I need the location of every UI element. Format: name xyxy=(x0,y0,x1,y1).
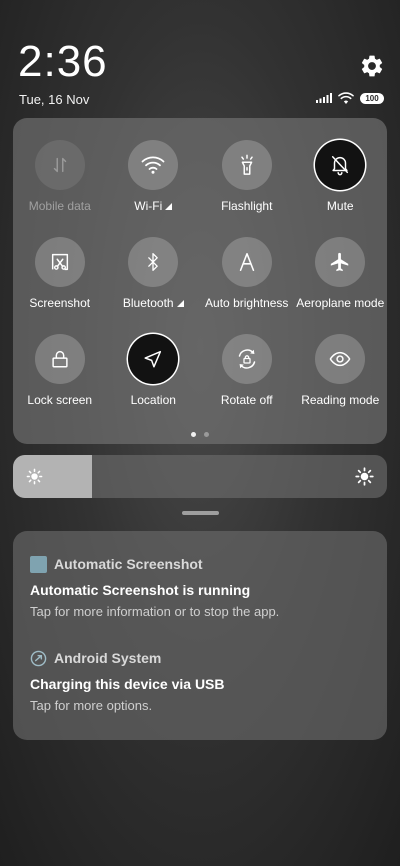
tile-location[interactable]: Location xyxy=(107,334,201,407)
notification-body: Tap for more information or to stop the … xyxy=(30,604,280,619)
app-square-icon xyxy=(30,555,47,573)
cellular-signal-icon xyxy=(316,93,332,103)
signal-strength-icon xyxy=(176,299,184,307)
notification-card[interactable]: Automatic Screenshot Automatic Screensho… xyxy=(13,531,387,740)
clock[interactable]: 2:36 xyxy=(18,38,108,86)
brightness-slider[interactable] xyxy=(13,455,387,498)
tile-label: Location xyxy=(130,393,176,407)
notification-app-name: Android System xyxy=(54,650,162,666)
tile-rotate-off[interactable]: Rotate off xyxy=(200,334,294,407)
tile-bluetooth-circle[interactable] xyxy=(128,237,179,287)
bluetooth-icon xyxy=(148,253,159,271)
mobile-data-icon xyxy=(53,157,66,173)
date[interactable]: Tue, 16 Nov xyxy=(19,92,89,107)
tile-label: Mute xyxy=(326,199,354,213)
tile-auto-brightness[interactable]: Auto brightness xyxy=(200,237,294,310)
auto-brightness-icon xyxy=(239,252,254,272)
wifi-status-icon xyxy=(338,92,354,104)
tile-label: Lock screen xyxy=(27,393,93,407)
tile-wifi[interactable]: Wi-Fi xyxy=(107,140,201,213)
tile-location-circle[interactable] xyxy=(128,334,179,384)
quick-settings-panel: Mobile data Wi-Fi Flashlight Mute Screen… xyxy=(13,118,387,444)
tile-aeroplane-mode[interactable]: Aeroplane mode xyxy=(294,237,388,310)
quick-settings-grid: Mobile data Wi-Fi Flashlight Mute Screen… xyxy=(13,140,387,407)
tile-label: Aeroplane mode xyxy=(296,296,385,310)
tile-label: Flashlight xyxy=(221,199,273,213)
status-area: 2:36 Tue, 16 Nov 100 xyxy=(0,0,400,110)
brightness-high-icon xyxy=(355,467,374,486)
notification-header: Android System xyxy=(30,649,370,667)
settings-button[interactable] xyxy=(359,53,385,79)
status-icons: 100 xyxy=(316,91,384,105)
tile-label: Rotate off xyxy=(220,393,273,407)
notification-header: Automatic Screenshot xyxy=(30,555,370,573)
tile-reading-mode-circle[interactable] xyxy=(315,334,366,384)
tile-flashlight-circle[interactable] xyxy=(221,140,272,190)
airplane-icon xyxy=(331,252,349,272)
tile-mute-circle[interactable] xyxy=(315,140,366,190)
bell-off-icon xyxy=(332,156,349,176)
notification-title: Automatic Screenshot is running xyxy=(30,582,251,598)
tile-rotate-off-circle[interactable] xyxy=(221,334,272,384)
tile-label: Auto brightness xyxy=(205,296,289,310)
flashlight-icon xyxy=(240,154,253,175)
tile-label: Reading mode xyxy=(301,393,380,407)
lock-icon xyxy=(52,350,68,368)
notification-title: Charging this device via USB xyxy=(30,676,225,692)
eye-icon xyxy=(329,351,351,367)
page-dot[interactable] xyxy=(191,432,196,437)
tile-flashlight[interactable]: Flashlight xyxy=(200,140,294,213)
tile-aeroplane-mode-circle[interactable] xyxy=(315,237,366,287)
gear-icon xyxy=(361,55,383,77)
tile-screenshot[interactable]: Screenshot xyxy=(13,237,107,310)
signal-strength-icon xyxy=(165,202,173,210)
tile-label: Mobile data xyxy=(28,199,91,213)
tile-mobile-data-circle[interactable] xyxy=(34,140,85,190)
brightness-fill xyxy=(13,455,92,498)
page-indicator xyxy=(13,432,387,437)
tile-lock-screen[interactable]: Lock screen xyxy=(13,334,107,407)
screenshot-icon xyxy=(51,253,68,271)
tile-auto-brightness-circle[interactable] xyxy=(221,237,272,287)
brightness-low-icon xyxy=(26,468,43,485)
tile-bluetooth[interactable]: Bluetooth xyxy=(107,237,201,310)
notification-automatic-screenshot[interactable]: Automatic Screenshot Automatic Screensho… xyxy=(30,555,370,619)
tile-reading-mode[interactable]: Reading mode xyxy=(294,334,388,407)
rotate-lock-icon xyxy=(238,349,255,369)
tile-label: Bluetooth xyxy=(123,296,184,310)
battery-icon: 100 xyxy=(360,92,384,104)
android-system-icon xyxy=(30,650,47,666)
drawer-handle[interactable] xyxy=(182,511,219,515)
notification-body: Tap for more options. xyxy=(30,698,153,713)
page-dot[interactable] xyxy=(204,432,209,437)
tile-mobile-data[interactable]: Mobile data xyxy=(13,140,107,213)
tile-mute[interactable]: Mute xyxy=(294,140,388,213)
tile-label: Screenshot xyxy=(29,296,91,310)
wifi-icon xyxy=(141,156,165,174)
tile-label: Wi-Fi xyxy=(134,199,173,213)
tile-wifi-circle[interactable] xyxy=(128,140,179,190)
notification-android-system[interactable]: Android System Charging this device via … xyxy=(30,649,370,713)
tile-lock-screen-circle[interactable] xyxy=(34,334,85,384)
tile-screenshot-circle[interactable] xyxy=(34,237,85,287)
notification-app-name: Automatic Screenshot xyxy=(54,556,203,572)
location-arrow-icon xyxy=(144,350,162,368)
